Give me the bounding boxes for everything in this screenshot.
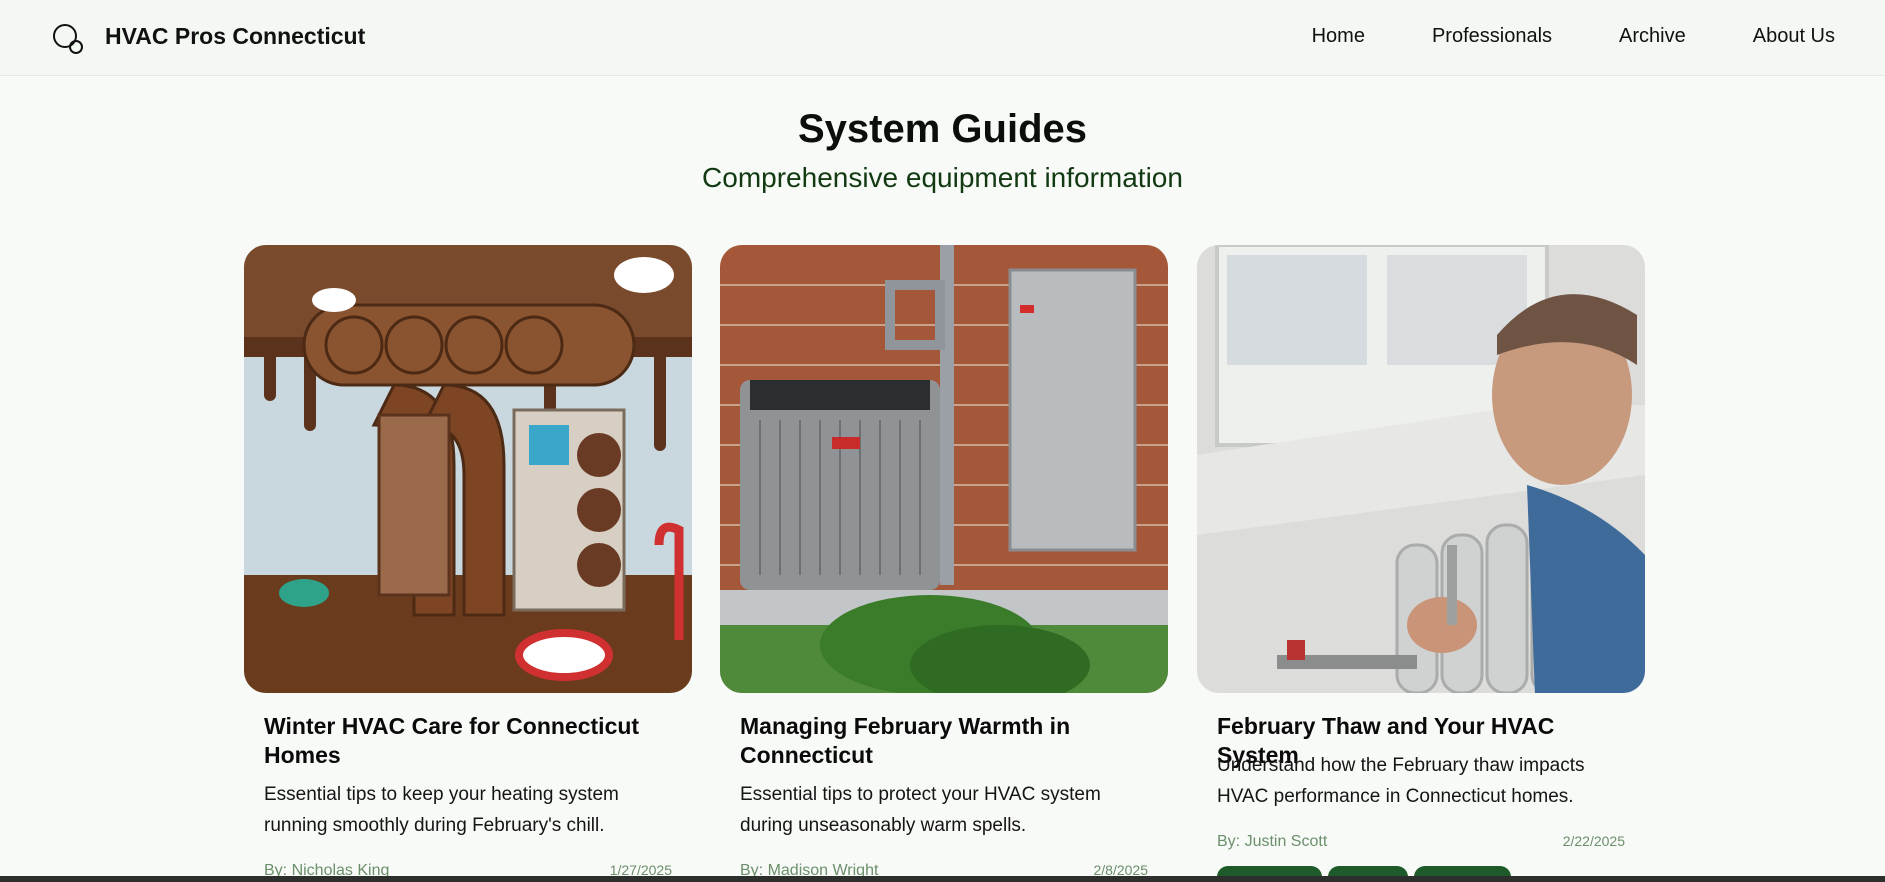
article-card[interactable]: Winter HVAC Care for Connecticut Homes E…: [244, 245, 692, 882]
card-date: 2/22/2025: [1562, 833, 1625, 849]
brand-name[interactable]: HVAC Pros Connecticut: [105, 23, 365, 50]
hero: System Guides Comprehensive equipment in…: [0, 100, 1885, 194]
nav-about-us[interactable]: About Us: [1753, 25, 1835, 48]
page-subtitle: Comprehensive equipment information: [702, 162, 1183, 193]
page-title: System Guides: [797, 107, 1087, 151]
article-card[interactable]: Managing February Warmth in Connecticut …: [720, 245, 1168, 882]
radiator-technician-photo[interactable]: [1197, 245, 1645, 693]
nav-professionals[interactable]: Professionals: [1432, 25, 1552, 48]
card-title[interactable]: Winter HVAC Care for Connecticut Homes: [264, 712, 684, 770]
card-excerpt: Essential tips to protect your HVAC syst…: [740, 784, 1101, 836]
magnifier-circles-icon[interactable]: [50, 21, 86, 57]
navbar: HVAC Pros Connecticut Home Professionals…: [0, 0, 1885, 76]
card-excerpt: Essential tips to keep your heating syst…: [264, 784, 619, 836]
nav-archive[interactable]: Archive: [1619, 25, 1686, 48]
chocolate-hvac-illustration[interactable]: [244, 245, 692, 693]
nav-home[interactable]: Home: [1312, 25, 1365, 48]
main-nav: Home Professionals Archive About Us: [1245, 0, 1835, 72]
bottom-edge-bar: [0, 876, 1885, 882]
article-card[interactable]: February Thaw and Your HVAC System Under…: [1197, 245, 1645, 882]
outdoor-ac-unit-photo[interactable]: [720, 245, 1168, 693]
card-title[interactable]: Managing February Warmth in Connecticut: [740, 712, 1160, 770]
card-author: By: Justin Scott: [1217, 833, 1328, 850]
article-grid: Winter HVAC Care for Connecticut Homes E…: [244, 245, 1645, 882]
card-excerpt: Understand how the February thaw impacts…: [1217, 755, 1585, 807]
card-meta: By: Justin Scott 2/22/2025: [1217, 833, 1625, 851]
